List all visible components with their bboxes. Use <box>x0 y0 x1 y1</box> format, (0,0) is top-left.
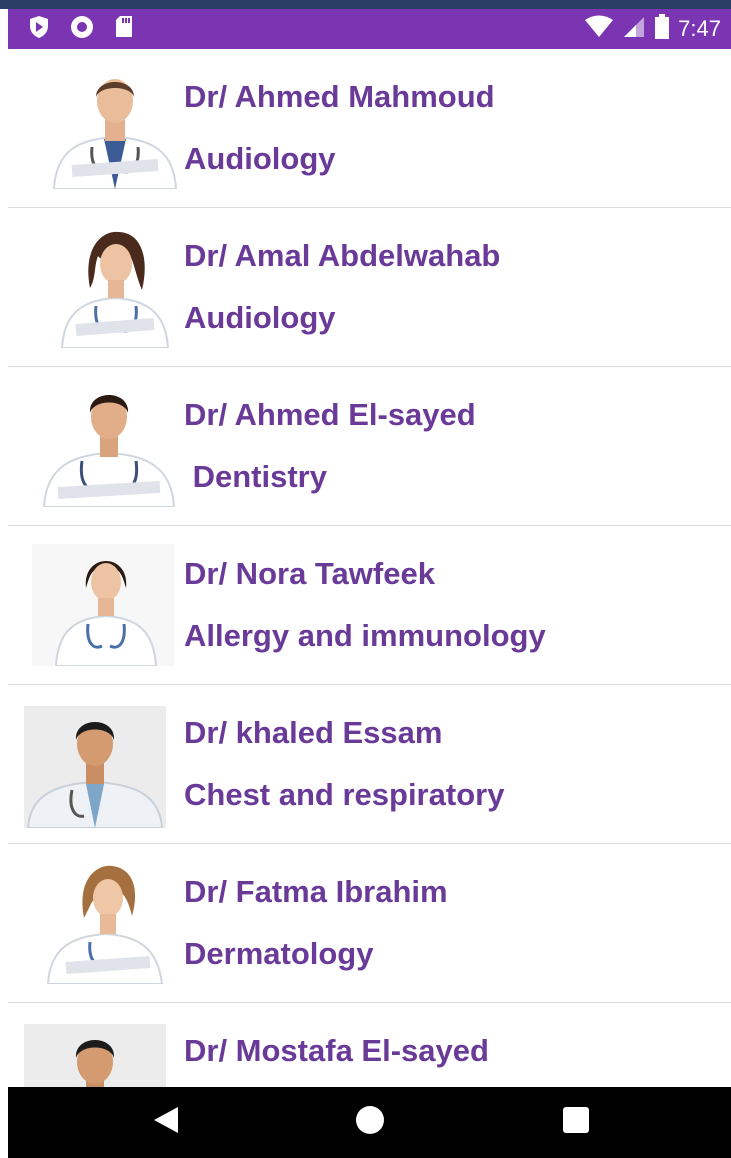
doctor-name: Dr/ Amal Abdelwahab <box>184 238 501 273</box>
status-bar: 7:47 <box>8 9 731 49</box>
doctor-row[interactable]: Dr/ Fatma Ibrahim Dermatology <box>8 844 731 1003</box>
female-doctor-photo <box>60 231 170 348</box>
doctor-specialty: Audiology <box>184 141 336 176</box>
back-icon <box>152 1105 180 1140</box>
male-doctor-photo <box>42 395 176 507</box>
doctor-specialty: Audiology <box>184 300 336 335</box>
home-button[interactable] <box>330 1087 410 1158</box>
top-edge <box>0 0 731 9</box>
male-doctor-photo <box>52 79 178 189</box>
doctor-row[interactable]: Dr/ Ahmed El-sayed Dentistry <box>8 367 731 526</box>
doctor-row[interactable]: Dr/ Ahmed Mahmoud Audiology <box>8 49 731 208</box>
doctor-name: Dr/ Mostafa El-sayed <box>184 1033 489 1068</box>
navigation-bar <box>8 1087 731 1158</box>
doctor-specialty: Chest and respiratory <box>184 777 505 812</box>
doctor-row[interactable]: Dr/ Mostafa El-sayed <box>8 1003 731 1087</box>
male-doctor-photo <box>24 706 166 828</box>
doctor-name: Dr/ Nora Tawfeek <box>184 556 435 591</box>
recents-button[interactable] <box>536 1087 616 1158</box>
sd-card-icon <box>114 15 134 44</box>
doctor-name: Dr/ Ahmed Mahmoud <box>184 79 495 114</box>
doctor-row[interactable]: Dr/ Amal Abdelwahab Audiology <box>8 208 731 367</box>
doctor-row[interactable]: Dr/ khaled Essam Chest and respiratory <box>8 685 731 844</box>
male-doctor-photo <box>24 1024 166 1087</box>
doctor-specialty: Allergy and immunology <box>184 618 546 653</box>
status-time: 7:47 <box>678 16 721 41</box>
home-icon <box>355 1105 385 1140</box>
doctor-specialty: Dermatology <box>184 936 374 971</box>
doctor-specialty: Dentistry <box>184 459 327 494</box>
circle-icon <box>70 15 94 44</box>
wifi-icon <box>584 15 614 44</box>
doctor-name: Dr/ khaled Essam <box>184 715 443 750</box>
doctor-row[interactable]: Dr/ Nora Tawfeek Allergy and immunology <box>8 526 731 685</box>
signal-icon <box>622 15 646 44</box>
female-doctor-photo <box>32 544 174 666</box>
female-doctor-photo <box>46 865 164 984</box>
recents-icon <box>562 1106 590 1139</box>
doctor-list[interactable]: Dr/ Ahmed Mahmoud Audiology Dr/ Amal Abd… <box>8 49 731 1087</box>
doctor-name: Dr/ Fatma Ibrahim <box>184 874 448 909</box>
doctor-name: Dr/ Ahmed El-sayed <box>184 397 476 432</box>
shield-icon <box>28 15 50 44</box>
back-button[interactable] <box>126 1087 206 1158</box>
battery-icon <box>654 13 670 45</box>
